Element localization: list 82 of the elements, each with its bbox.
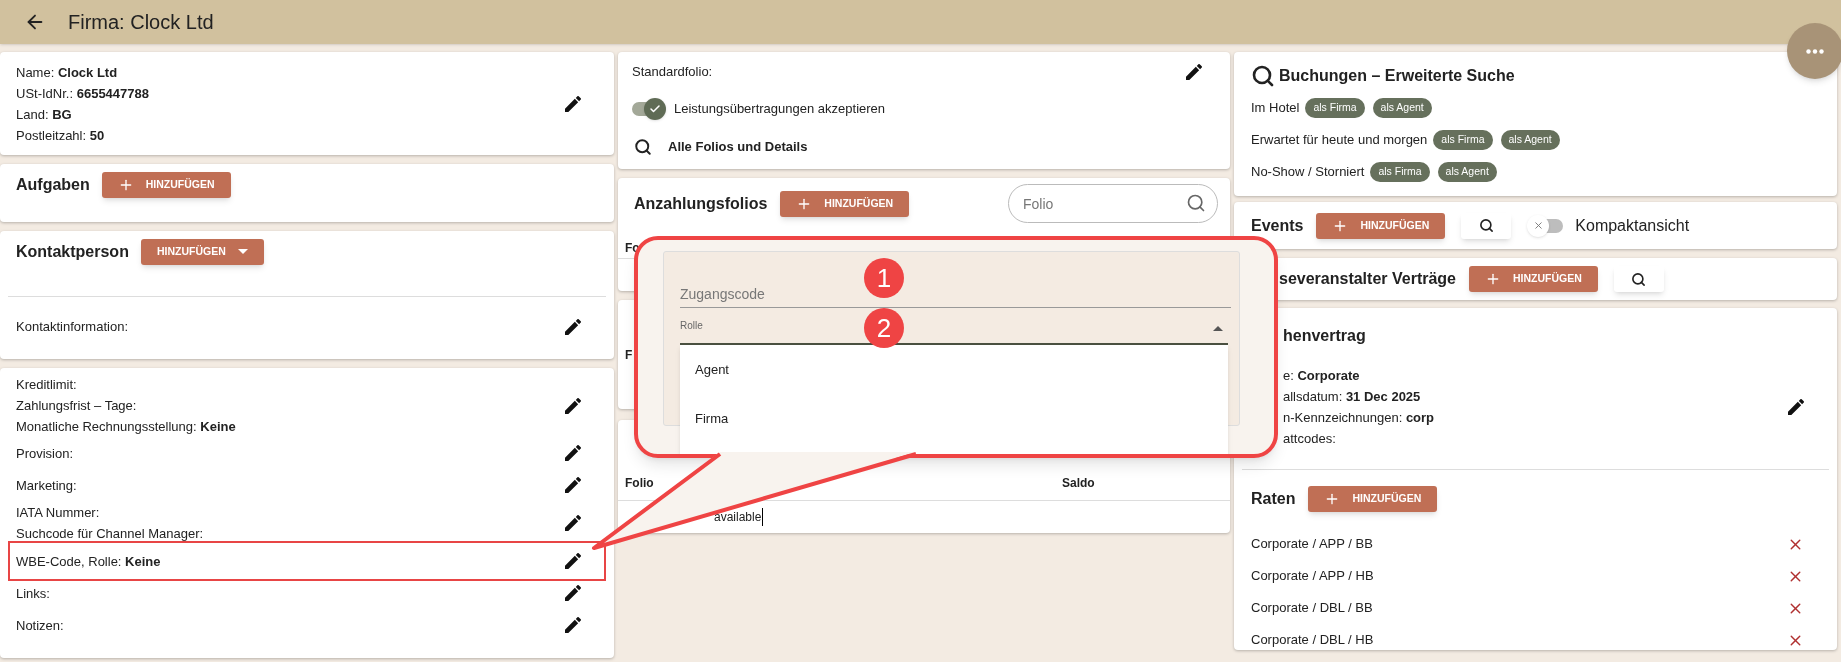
pencil-icon[interactable] — [565, 319, 581, 335]
filter-chip[interactable]: als Firma — [1370, 162, 1430, 182]
contract-field: n-Kennzeichnungen: corp — [1283, 407, 1435, 428]
company-field: Name: Clock Ltd — [16, 61, 149, 83]
company-field: Postleitzahl: 50 — [16, 124, 149, 146]
section-title: Aufgaben — [16, 175, 90, 195]
term-field: WBE-Code, Rolle: Keine — [16, 550, 161, 572]
add-button[interactable]: HINZUFÜGEN — [780, 190, 910, 217]
field-label: Kontaktinformation: — [16, 318, 128, 337]
booking-filter-label: Im Hotel — [1251, 99, 1300, 118]
term-field: Links: — [16, 582, 50, 604]
section-title: Kontaktperson — [16, 242, 129, 262]
pencil-icon[interactable] — [1788, 399, 1804, 415]
section-title: Raten — [1251, 489, 1296, 509]
search-button[interactable] — [1613, 266, 1664, 292]
toggle-label: Kompaktansicht — [1575, 215, 1690, 236]
column-header: Folio — [624, 474, 655, 492]
add-button[interactable]: HINZUFÜGEN — [140, 239, 264, 265]
caret-icon[interactable] — [1213, 326, 1223, 331]
booking-filter-label: Erwartet für heute und morgen — [1251, 131, 1428, 150]
pencil-icon[interactable] — [565, 397, 581, 414]
rate-item: Corporate / DBL / BB — [1251, 599, 1373, 618]
add-button[interactable]: HINZUFÜGEN — [1469, 266, 1598, 292]
search-icon — [1251, 64, 1275, 88]
table-header: F — [625, 346, 634, 364]
add-button[interactable]: HINZUFÜGEN — [101, 172, 231, 198]
filter-chip[interactable]: als Firma — [1433, 130, 1493, 150]
section-title: severanstalter Verträge — [1279, 269, 1456, 289]
pencil-icon[interactable] — [565, 617, 581, 633]
check-icon — [649, 103, 661, 115]
page-title: Firma: Clock Ltd — [68, 10, 214, 35]
term-field: Zahlungsfrist – Tage: — [16, 395, 236, 416]
filter-chip[interactable]: als Agent — [1500, 130, 1560, 150]
term-field: Marketing: — [16, 474, 77, 496]
term-field: Suchcode für Channel Manager: — [16, 523, 204, 544]
term-field: Kreditlimit: — [16, 374, 236, 395]
pencil-icon[interactable] — [565, 585, 581, 601]
toggle-label: Leistungsübertragungen akzeptieren — [674, 100, 886, 119]
all-folios-link[interactable]: Alle Folios und Details — [668, 137, 808, 157]
term-field: Monatliche Rechnungsstellung: Keine — [16, 416, 236, 437]
filter-chip[interactable]: als Firma — [1305, 98, 1365, 118]
section-title: Events — [1251, 215, 1304, 236]
field-label: Rolle — [680, 320, 703, 331]
contract-field: attcodes: — [1283, 428, 1435, 449]
term-field: Provision: — [16, 442, 74, 464]
more-icon — [1806, 48, 1824, 54]
search-icon — [1631, 271, 1647, 287]
rate-item: Corporate / APP / BB — [1251, 535, 1373, 554]
pencil-icon[interactable] — [565, 95, 581, 112]
contract-field: e: Corporate — [1283, 365, 1435, 386]
term-field: Notizen: — [16, 614, 64, 636]
caret-icon — [237, 249, 248, 255]
filter-chip[interactable]: als Agent — [1372, 98, 1432, 118]
rate-item: Corporate / APP / HB — [1251, 567, 1374, 586]
folio-search-field[interactable]: Folio — [1008, 184, 1218, 223]
close-icon — [1532, 220, 1544, 231]
add-button[interactable]: HINZUFÜGEN — [1308, 486, 1438, 512]
add-button[interactable]: HINZUFÜGEN — [1316, 212, 1446, 239]
dropdown-option[interactable]: Agent — [680, 345, 1228, 394]
term-field: IATA Nummer: — [16, 502, 204, 523]
rate-item: Corporate / DBL / HB — [1251, 631, 1374, 650]
field-label: Standardfolio: — [632, 63, 713, 82]
pencil-icon[interactable] — [565, 553, 581, 569]
pencil-icon[interactable] — [565, 477, 581, 493]
dropdown-option[interactable]: Firma — [680, 394, 1228, 443]
search-icon — [634, 138, 652, 156]
contract-field: allsdatum: 31 Dec 2025 — [1283, 386, 1435, 407]
plus-icon — [1485, 271, 1501, 287]
column-header: Saldo — [1062, 474, 1095, 492]
section-title: Anzahlungsfolios — [634, 193, 768, 214]
filter-chip[interactable]: als Agent — [1437, 162, 1497, 182]
search-icon — [1186, 193, 1206, 213]
section-title: henvertrag — [1282, 326, 1367, 346]
section-title: Buchungen – Erweiterte Suche — [1279, 66, 1515, 86]
company-field: Land: BG — [16, 103, 149, 125]
search-button[interactable] — [1461, 212, 1512, 239]
search-icon — [1478, 218, 1494, 233]
pencil-icon[interactable] — [565, 515, 581, 531]
booking-filter-label: No-Show / Storniert — [1251, 163, 1365, 182]
company-field: USt-IdNr.: 6655447788 — [16, 82, 149, 104]
pencil-icon[interactable] — [1186, 64, 1202, 80]
pencil-icon[interactable] — [565, 445, 581, 461]
